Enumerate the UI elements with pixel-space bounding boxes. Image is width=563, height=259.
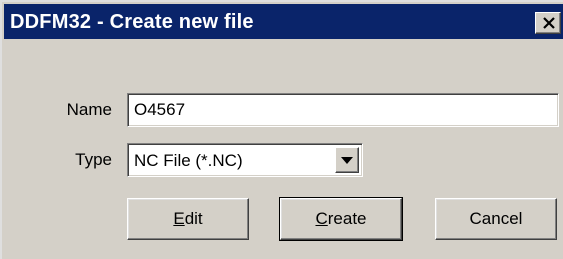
name-input[interactable] — [127, 93, 559, 127]
cancel-label: Cancel — [469, 209, 523, 228]
dropdown-button[interactable] — [335, 147, 359, 173]
title-bar[interactable]: DDFM32 - Create new file — [4, 4, 563, 39]
type-label: Type — [75, 150, 112, 169]
name-label: Name — [66, 100, 112, 119]
type-selected-value: NC File (*.NC) — [134, 151, 243, 170]
edit-label: dit — [184, 209, 203, 228]
create-new-file-dialog: DDFM32 - Create new file Name Type NC Fi… — [0, 0, 563, 259]
cancel-button[interactable]: Cancel — [435, 198, 557, 240]
edit-button[interactable]: Edit — [127, 198, 249, 240]
chevron-down-icon — [341, 157, 353, 164]
close-button[interactable] — [535, 12, 561, 34]
create-label: reate — [327, 209, 367, 228]
close-icon — [543, 17, 555, 29]
create-mnemonic: C — [315, 209, 328, 228]
type-dropdown[interactable]: NC File (*.NC) — [127, 143, 363, 177]
window-title: DDFM32 - Create new file — [10, 11, 254, 33]
create-button[interactable]: Create — [279, 197, 403, 241]
edit-mnemonic: E — [173, 209, 185, 228]
